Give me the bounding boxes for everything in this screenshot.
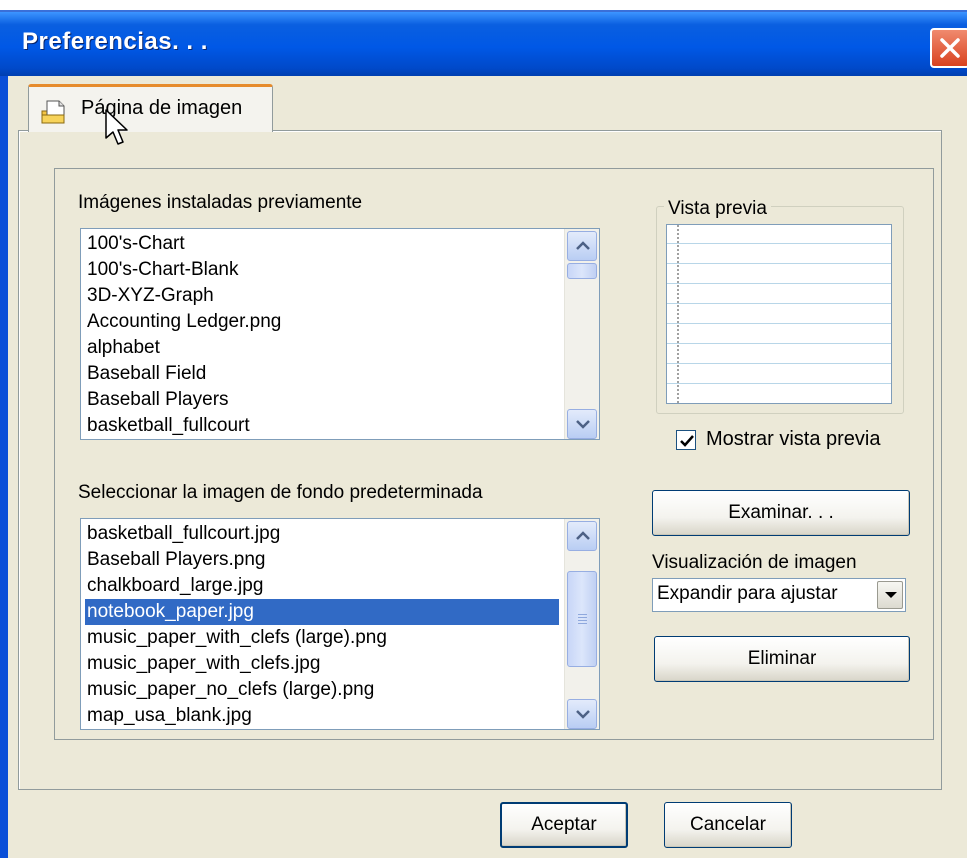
browse-button[interactable]: Examinar. . .	[652, 490, 910, 536]
preview-image	[666, 224, 892, 404]
list-item[interactable]: Baseball Players	[85, 387, 559, 413]
list-item[interactable]: Accounting Ledger.png	[85, 309, 559, 335]
list-item[interactable]: basketball_fullcourt	[85, 413, 559, 439]
installed-images-label: Imágenes instaladas previamente	[78, 192, 363, 213]
list-item[interactable]: basketball_fullcourt.jpg	[85, 521, 559, 547]
image-display-value: Expandir para ajustar	[657, 583, 838, 604]
installed-scrollbar[interactable]	[564, 229, 599, 439]
list-item[interactable]: 100's-Chart	[85, 231, 559, 257]
list-item[interactable]: 3D-XYZ-Graph	[85, 283, 559, 309]
default-scrollbar[interactable]	[564, 519, 599, 729]
preview-legend: Vista previa	[664, 198, 771, 220]
remove-button[interactable]: Eliminar	[654, 636, 910, 682]
installed-images-list[interactable]: 100's-Chart 100's-Chart-Blank 3D-XYZ-Graph…	[80, 228, 600, 440]
window-title: Preferencias. . .	[22, 28, 208, 55]
list-item[interactable]: Baseball Field	[85, 361, 559, 387]
list-item[interactable]: notebook_paper.jpg	[85, 599, 559, 625]
scroll-down-button[interactable]	[567, 699, 597, 729]
scroll-thumb[interactable]	[567, 571, 597, 667]
chevron-up-icon	[576, 241, 590, 250]
dropdown-arrow-icon	[885, 592, 897, 598]
chevron-down-icon	[576, 420, 590, 429]
scroll-thumb[interactable]	[567, 263, 597, 279]
image-display-label: Visualización de imagen	[652, 552, 857, 573]
cancel-button[interactable]: Cancelar	[664, 802, 792, 848]
tab-pagina-de-imagen[interactable]: Página de imagen	[28, 84, 273, 132]
default-items: basketball_fullcourt.jpg Baseball Players…	[85, 521, 559, 729]
title-bar[interactable]: Preferencias. . .	[0, 12, 967, 76]
default-background-list[interactable]: basketball_fullcourt.jpg Baseball Players…	[80, 518, 600, 730]
list-item[interactable]: alphabet	[85, 335, 559, 361]
show-preview-label: Mostrar vista previa	[706, 428, 881, 450]
scroll-up-button[interactable]	[567, 231, 597, 261]
list-item[interactable]: music_paper_with_clefs (large).png	[85, 625, 559, 651]
list-item[interactable]: chalkboard_large.jpg	[85, 573, 559, 599]
close-button[interactable]	[930, 28, 967, 68]
chevron-down-icon	[576, 710, 590, 719]
list-item[interactable]: map_usa_blank.jpg	[85, 703, 559, 729]
list-item[interactable]: Baseball Players.png	[85, 547, 559, 573]
page-icon	[41, 100, 65, 124]
list-item[interactable]: music_paper_with_clefs.jpg	[85, 651, 559, 677]
image-display-select[interactable]: Expandir para ajustar	[652, 578, 906, 612]
list-item[interactable]: music_paper_no_clefs (large).png	[85, 677, 559, 703]
show-preview-checkbox[interactable]	[676, 430, 696, 450]
default-background-label: Seleccionar la imagen de fondo predeterm…	[78, 482, 483, 503]
checkmark-icon	[680, 435, 694, 447]
installed-items: 100's-Chart 100's-Chart-Blank 3D-XYZ-Graph…	[85, 231, 559, 439]
scroll-up-button[interactable]	[567, 521, 597, 551]
mouse-pointer-icon	[105, 109, 128, 145]
scroll-down-button[interactable]	[567, 409, 597, 439]
dropdown-button[interactable]	[877, 581, 903, 609]
window-border	[0, 76, 8, 858]
ok-button[interactable]: Aceptar	[500, 802, 628, 848]
close-icon	[940, 38, 960, 58]
list-item[interactable]: 100's-Chart-Blank	[85, 257, 559, 283]
chevron-up-icon	[576, 531, 590, 540]
